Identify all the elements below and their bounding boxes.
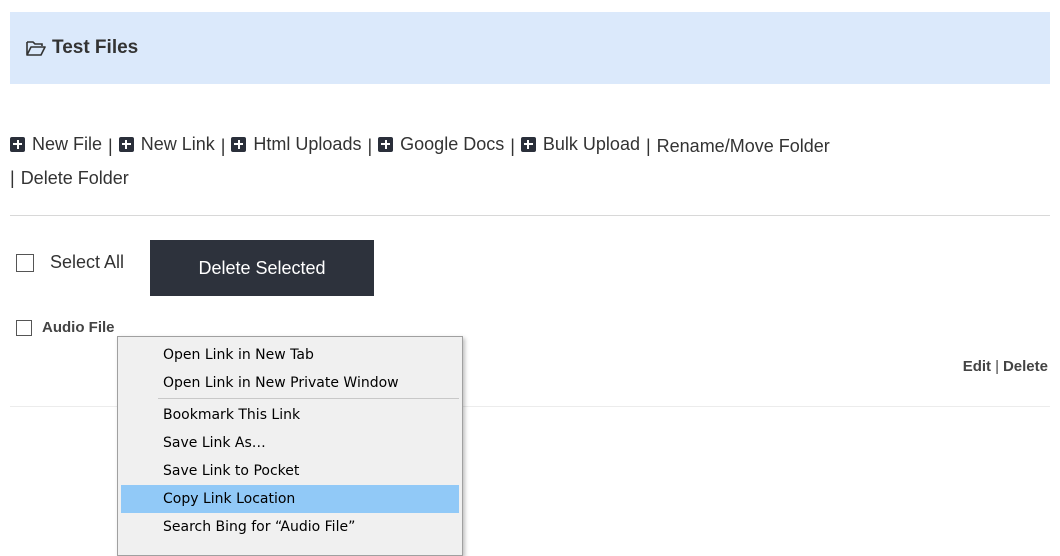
- menu-item-bookmark-link[interactable]: Bookmark This Link: [121, 401, 459, 429]
- new-file-link[interactable]: New File: [10, 128, 102, 160]
- file-row-actions: Edit | Delete: [963, 358, 1048, 375]
- folder-header: Test Files: [10, 12, 1050, 84]
- html-uploads-label: Html Uploads: [253, 134, 362, 154]
- menu-item-copy-link-location[interactable]: Copy Link Location: [121, 485, 459, 513]
- rename-move-folder-link[interactable]: Rename/Move Folder: [657, 130, 830, 162]
- select-all[interactable]: Select All: [16, 252, 124, 273]
- delete-folder-link[interactable]: Delete Folder: [21, 162, 129, 194]
- google-docs-link[interactable]: Google Docs: [378, 128, 504, 160]
- menu-separator: [158, 398, 459, 399]
- menu-item-open-private-window[interactable]: Open Link in New Private Window: [121, 369, 459, 397]
- menu-item-open-new-tab[interactable]: Open Link in New Tab: [121, 341, 459, 369]
- delete-link[interactable]: Delete: [1003, 358, 1048, 375]
- toolbar-separator: |: [645, 135, 651, 156]
- file-name-link[interactable]: Audio File: [42, 319, 115, 336]
- toolbar-separator: |: [10, 167, 15, 188]
- plus-square-icon: [118, 136, 134, 152]
- menu-item-save-to-pocket[interactable]: Save Link to Pocket: [121, 457, 459, 485]
- context-menu: Open Link in New Tab Open Link in New Pr…: [117, 336, 463, 556]
- edit-link[interactable]: Edit: [963, 358, 991, 375]
- html-uploads-link[interactable]: Html Uploads: [231, 128, 361, 160]
- bulk-upload-link[interactable]: Bulk Upload: [520, 128, 640, 160]
- toolbar-separator: |: [220, 135, 226, 156]
- toolbar-separator: |: [367, 135, 373, 156]
- menu-item-search-bing[interactable]: Search Bing for “Audio File”: [121, 513, 459, 541]
- action-separator: |: [995, 358, 999, 375]
- menu-item-save-link-as[interactable]: Save Link As…: [121, 429, 459, 457]
- plus-square-icon: [10, 136, 25, 152]
- google-docs-label: Google Docs: [400, 134, 505, 154]
- toolbar-separator: |: [108, 135, 113, 156]
- folder-toolbar: New File | New Link | Html Uploads | Goo…: [10, 128, 1050, 194]
- folder-title: Test Files: [52, 37, 139, 58]
- bulk-upload-label: Bulk Upload: [542, 134, 640, 154]
- new-file-label: New File: [32, 134, 103, 154]
- file-row: Audio File: [16, 319, 115, 336]
- toolbar-separator: |: [510, 135, 515, 156]
- section-divider: [10, 215, 1050, 216]
- select-all-checkbox[interactable]: [16, 253, 34, 272]
- new-link-label: New Link: [140, 134, 215, 154]
- plus-square-icon: [520, 136, 536, 152]
- folder-open-icon: [26, 40, 46, 56]
- new-link-link[interactable]: New Link: [118, 128, 215, 160]
- select-all-label: Select All: [50, 252, 125, 272]
- plus-square-icon: [231, 136, 247, 152]
- plus-square-icon: [378, 136, 394, 152]
- file-checkbox[interactable]: [16, 319, 32, 336]
- delete-selected-button[interactable]: Delete Selected: [150, 240, 374, 296]
